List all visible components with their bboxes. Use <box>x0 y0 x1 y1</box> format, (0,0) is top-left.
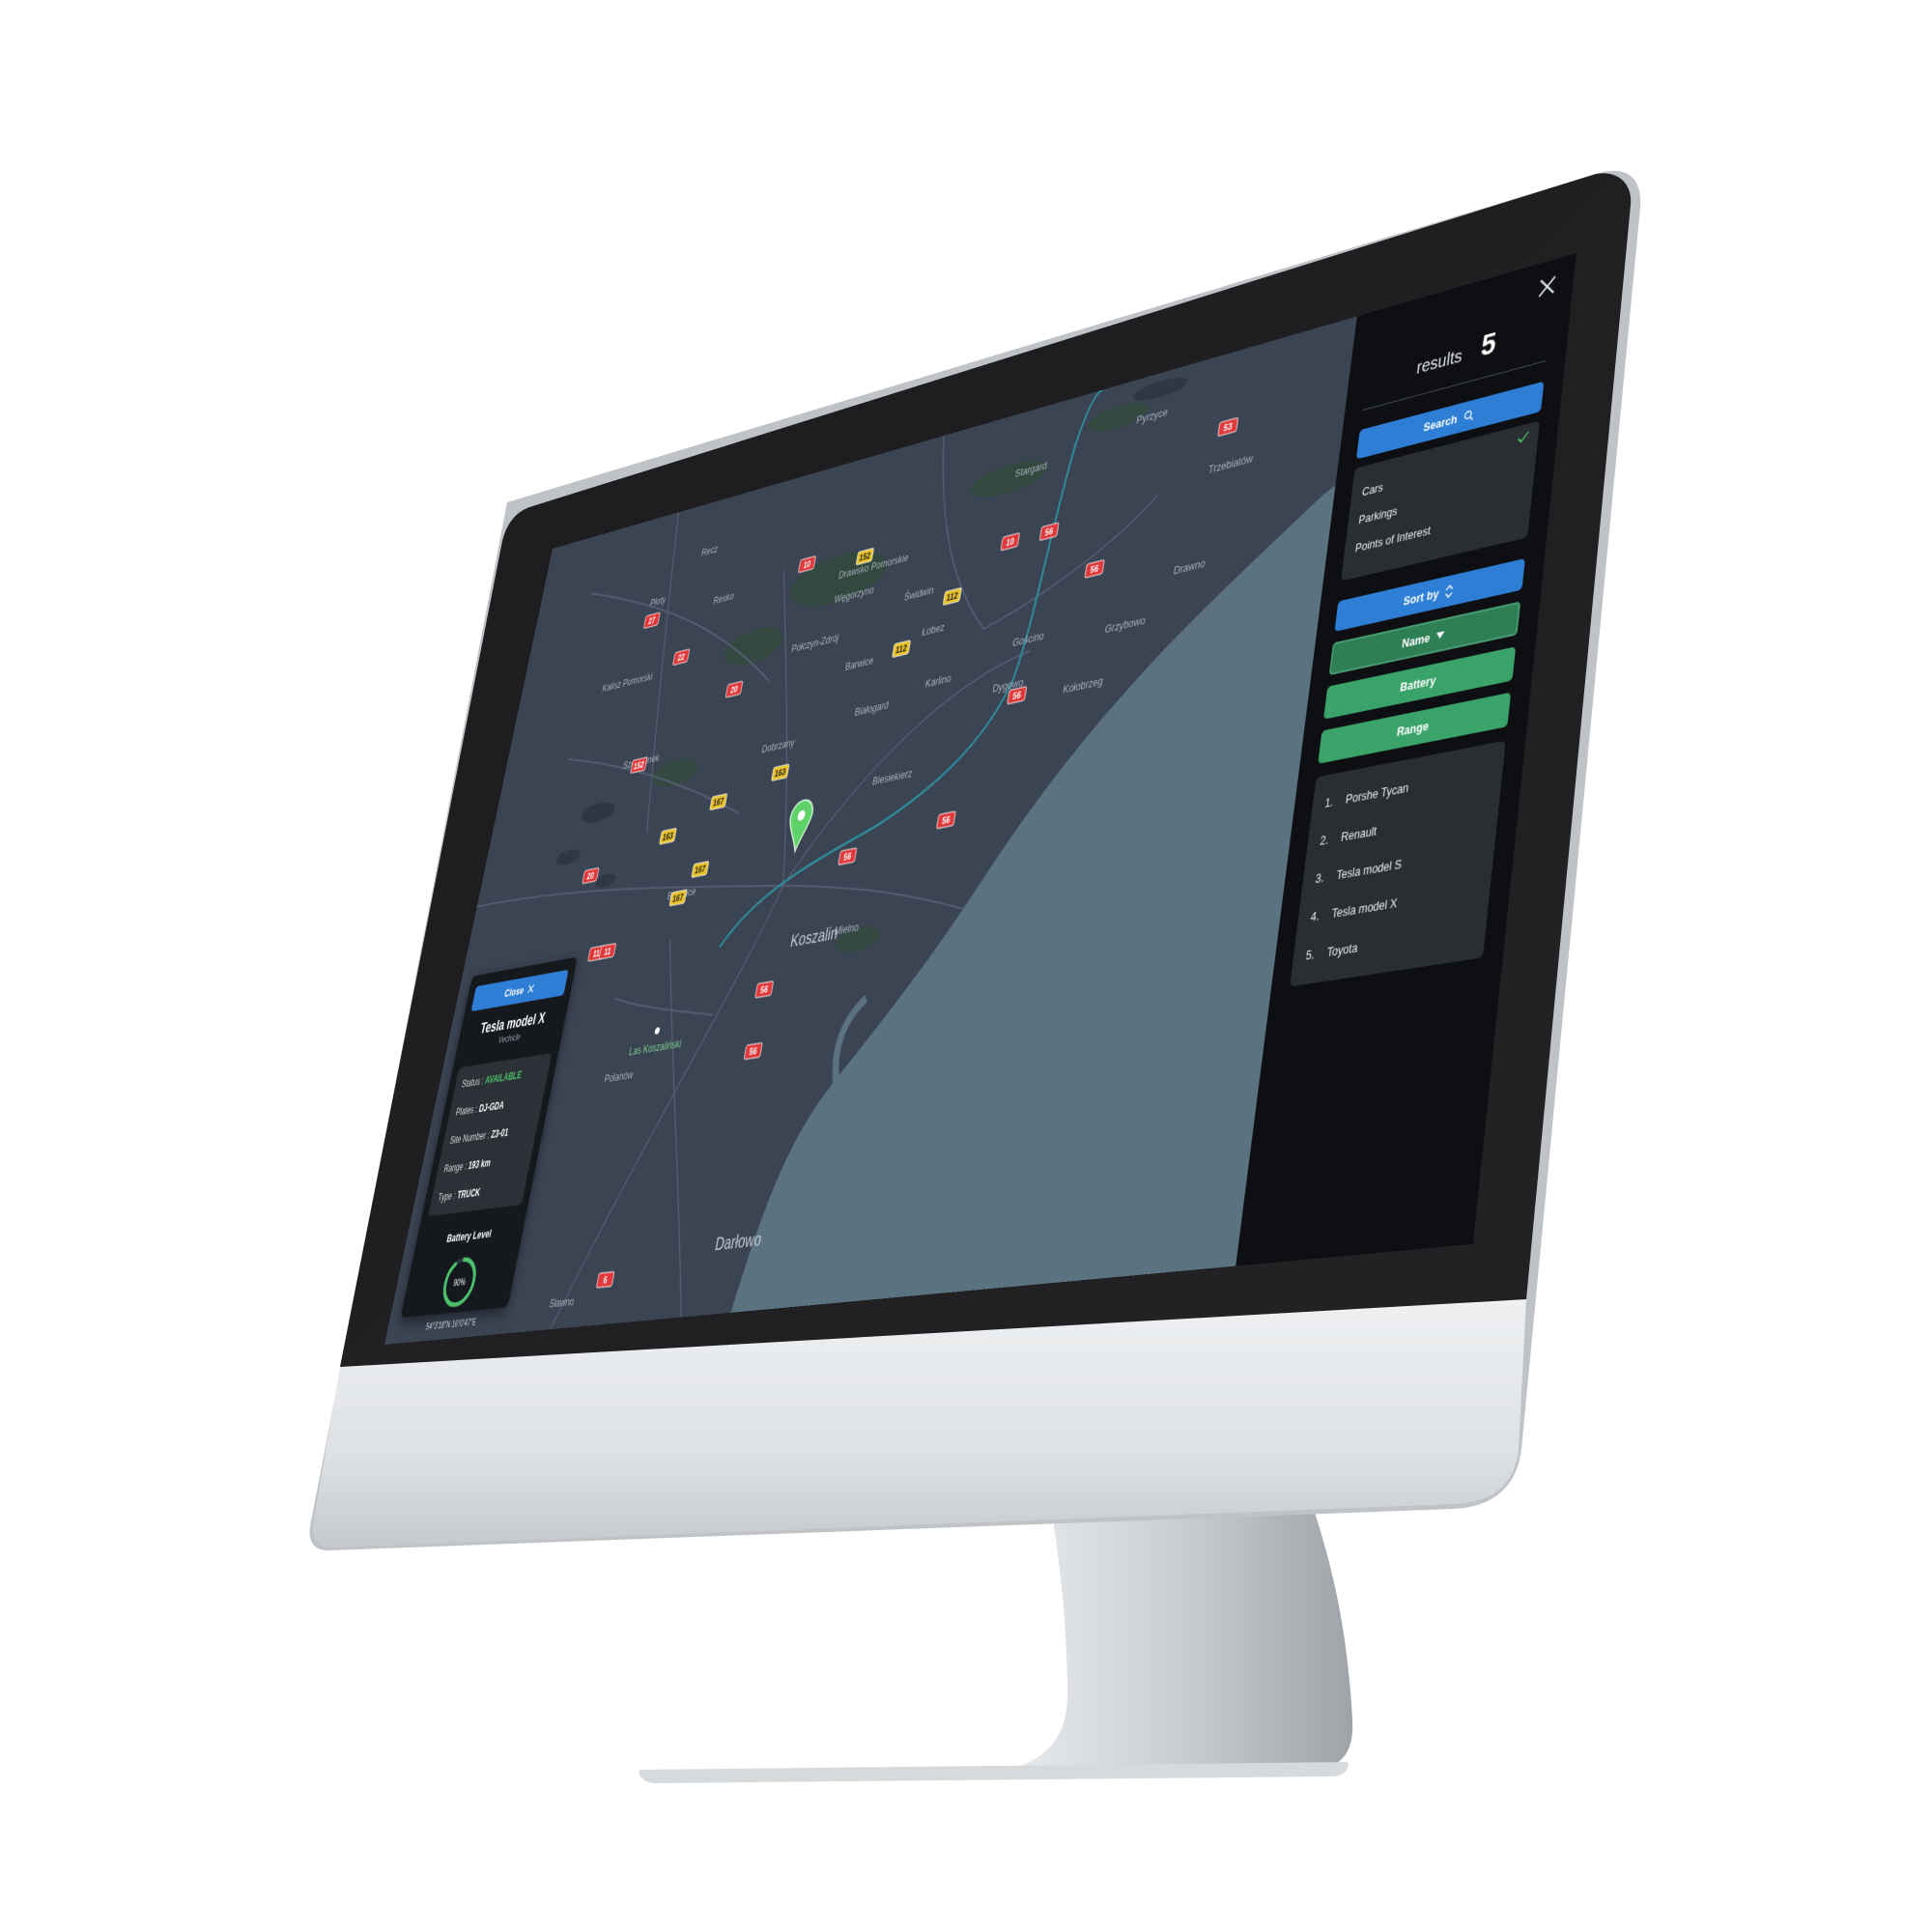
plates-label: Plates : <box>455 1103 479 1118</box>
town-label: Sławno <box>548 1295 575 1311</box>
battery-gauge: 90% <box>437 1252 483 1311</box>
type-label: Type : <box>437 1189 457 1204</box>
result-rank: 5. <box>1305 947 1316 963</box>
sort-by-label: Sort by <box>1403 586 1439 609</box>
type-value: TRUCK <box>456 1186 481 1201</box>
result-name: Porshe Tycan <box>1345 781 1409 807</box>
search-button-label: Search <box>1423 412 1458 434</box>
road-shield-red: 6 <box>596 1271 614 1288</box>
result-rank: 3. <box>1315 870 1325 887</box>
results-list: 1. Porshe Tycan 2. Renault 3. Tesla model S… <box>1290 741 1506 987</box>
type-row: Type : TRUCK <box>437 1181 520 1204</box>
results-count: 5 <box>1479 326 1497 364</box>
result-name: Tesla model S <box>1336 857 1403 883</box>
range-row: Range : 193 km <box>442 1152 526 1176</box>
search-icon <box>1463 409 1474 423</box>
plates-row: Plates : DJ-GDA <box>455 1094 537 1119</box>
battery-percent: 90% <box>452 1278 466 1289</box>
site-row: Site Number : Z3-01 <box>449 1123 531 1147</box>
checkmark-icon <box>1517 431 1529 444</box>
results-label: results <box>1415 347 1463 380</box>
close-icon[interactable] <box>1534 270 1561 303</box>
range-value: 193 km <box>468 1157 492 1172</box>
status-label: Status : <box>461 1075 485 1091</box>
close-button-label: Close <box>503 983 525 999</box>
range-label: Range : <box>442 1160 468 1175</box>
status-badge: AVAILABLE <box>484 1069 523 1087</box>
monitor-mockup: Koszalin Darłowo Sławno Mielno Kołobrzeg… <box>0 0 1932 1932</box>
site-value: Z3-01 <box>490 1126 509 1141</box>
result-name: Tesla model X <box>1331 895 1398 922</box>
status-row: Status : AVAILABLE <box>461 1065 543 1090</box>
close-card-button[interactable]: Close <box>471 970 569 1011</box>
battery-title: Battery Level <box>421 1224 518 1248</box>
result-rank: 2. <box>1320 832 1330 848</box>
sort-option-label: Name <box>1402 631 1432 651</box>
result-rank: 4. <box>1310 908 1321 924</box>
result-name: Renault <box>1341 823 1378 844</box>
site-label: Site Number : <box>449 1129 491 1147</box>
close-icon <box>527 983 535 993</box>
caret-down-icon <box>1436 631 1445 639</box>
result-rank: 1. <box>1324 794 1335 810</box>
result-name: Toyota <box>1326 940 1358 959</box>
sort-updown-icon <box>1444 583 1454 599</box>
road-shield-red: 56 <box>744 1043 762 1060</box>
plates-value: DJ-GDA <box>478 1099 505 1115</box>
